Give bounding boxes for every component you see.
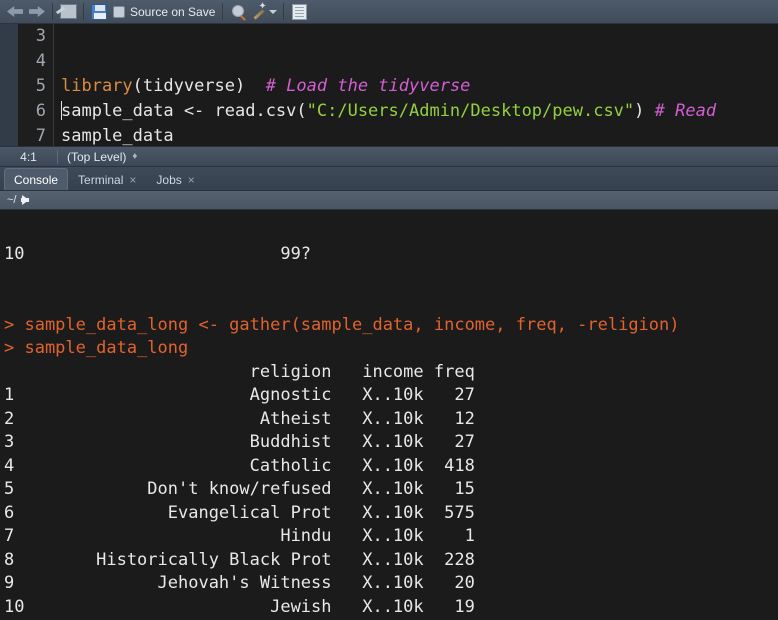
code-line[interactable]: sample_data <- read.csv("C:/Users/Admin/… bbox=[61, 99, 778, 124]
editor-code-area[interactable]: library(tidyverse) # Load the tidyverse s… bbox=[55, 24, 778, 146]
working-directory-label: ~/ bbox=[7, 194, 17, 206]
table-row: 6 Evangelical Prot X..10k 575 bbox=[4, 502, 475, 523]
editor-toolbar: Source on Save bbox=[0, 0, 778, 24]
forward-arrow-icon bbox=[29, 6, 45, 17]
find-replace-button[interactable] bbox=[227, 2, 249, 22]
save-icon bbox=[91, 3, 107, 20]
source-on-save-toggle[interactable]: Source on Save bbox=[110, 5, 218, 19]
code-token-plain: (tidyverse) bbox=[132, 76, 266, 96]
code-token-fn: library bbox=[61, 76, 133, 96]
console-clipped-line: 10 99? bbox=[4, 244, 312, 264]
close-icon[interactable]: × bbox=[129, 174, 136, 186]
tab-jobs[interactable]: Jobs × bbox=[146, 168, 204, 190]
table-row: 1 Agnostic X..10k 27 bbox=[4, 385, 475, 405]
console-path-bar: ~/ bbox=[0, 191, 778, 210]
show-in-new-window-icon bbox=[59, 4, 77, 19]
code-line[interactable]: sample_data bbox=[61, 124, 778, 146]
table-row: 7 Hindu X..10k 1 bbox=[4, 526, 475, 546]
close-icon[interactable]: × bbox=[188, 174, 195, 186]
code-token-plain: sample_data bbox=[61, 126, 174, 146]
code-line[interactable]: library(tidyverse) # Load the tidyverse bbox=[61, 74, 778, 99]
table-row: 3 Buddhist X..10k 27 bbox=[4, 432, 475, 452]
console-tab-bar: Console Terminal × Jobs × bbox=[0, 167, 778, 191]
toolbar-separator-2 bbox=[83, 3, 84, 20]
code-scope-selector[interactable]: (Top Level) ▲ ▼ bbox=[58, 150, 138, 164]
table-row: 4 Catholic X..10k 418 bbox=[4, 455, 475, 476]
compile-report-button[interactable] bbox=[288, 2, 310, 22]
cursor-position-indicator[interactable]: 4:1 bbox=[0, 149, 58, 164]
magnifier-icon bbox=[231, 5, 245, 18]
tab-label: Jobs bbox=[156, 172, 182, 187]
editor-status-bar: 4:1 (Top Level) ▲ ▼ bbox=[0, 146, 778, 167]
table-header-row: religion income freq bbox=[4, 361, 475, 382]
show-in-new-window-button[interactable] bbox=[57, 2, 79, 22]
code-token-plain: sample_data <- read.csv( bbox=[61, 101, 307, 121]
table-row: 5 Don't know/refused X..10k 15 bbox=[4, 479, 475, 499]
back-arrow-icon bbox=[7, 6, 23, 17]
table-row: 2 Atheist X..10k 12 bbox=[4, 408, 475, 429]
toolbar-separator-3 bbox=[222, 3, 224, 20]
save-button[interactable] bbox=[88, 2, 110, 22]
tab-terminal[interactable]: Terminal × bbox=[68, 168, 146, 190]
line-number: 4 bbox=[35, 51, 46, 71]
line-number: 7 bbox=[35, 126, 46, 146]
console-lines: 10 99? > sample_data_long <- gather(samp… bbox=[0, 210, 778, 620]
table-row: 9 Jehovah's Witness X..10k 20 bbox=[4, 573, 475, 593]
code-token-cmt: # Load the tidyverse bbox=[265, 76, 471, 96]
source-on-save-checkbox-icon[interactable] bbox=[113, 5, 125, 18]
console-command-line: > sample_data_long bbox=[4, 338, 189, 358]
editor-gutter: 2 3 4 5 6 7 bbox=[18, 24, 54, 146]
toolbar-separator-4 bbox=[283, 3, 285, 20]
toolbar-separator-1 bbox=[52, 3, 53, 20]
line-number: 3 bbox=[35, 26, 46, 46]
goto-working-directory-icon[interactable] bbox=[21, 195, 30, 205]
magic-wand-icon bbox=[251, 1, 267, 19]
scope-label: (Top Level) bbox=[67, 149, 127, 164]
code-token-str: "C:/Users/Admin/Desktop/pew.csv" bbox=[306, 101, 635, 121]
source-editor[interactable]: 2 3 4 5 6 7 library(tidyverse) # Load the ti… bbox=[0, 24, 778, 146]
chevron-updown-icon: ▲ ▼ bbox=[131, 151, 139, 161]
forward-button[interactable] bbox=[26, 2, 48, 22]
table-row: 10 Jewish X..10k 19 bbox=[4, 596, 475, 617]
compile-report-icon bbox=[291, 3, 307, 20]
source-on-save-label: Source on Save bbox=[130, 4, 216, 19]
line-number: 5 bbox=[35, 76, 46, 96]
chevron-down-icon bbox=[269, 9, 278, 14]
tab-console[interactable]: Console bbox=[4, 168, 69, 190]
code-token-plain: ) bbox=[634, 101, 655, 121]
back-button[interactable] bbox=[4, 2, 26, 22]
table-row: 8 Historically Black Prot X..10k 228 bbox=[4, 549, 475, 570]
gutter-clipped-number: 2 bbox=[36, 24, 46, 26]
console-command-line: > sample_data_long <- gather(sample_data… bbox=[4, 314, 680, 335]
tab-label: Terminal bbox=[78, 172, 124, 187]
tab-label: Console bbox=[14, 172, 59, 187]
line-number: 6 bbox=[35, 101, 46, 121]
code-tools-button[interactable] bbox=[249, 1, 279, 22]
console-output[interactable]: 10 99? > sample_data_long <- gather(samp… bbox=[0, 210, 778, 620]
editor-left-strip bbox=[0, 24, 18, 146]
code-token-cmt: # Read bbox=[654, 101, 717, 121]
